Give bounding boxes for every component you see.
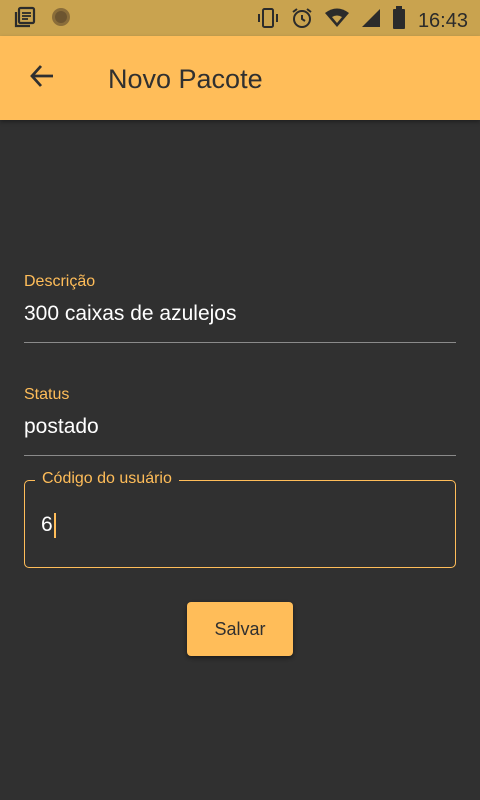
back-button[interactable] — [22, 58, 62, 98]
descricao-field[interactable]: Descrição 300 caixas de azulejos — [24, 272, 456, 344]
codigo-usuario-label: Código do usuário — [35, 469, 179, 489]
status-bar: 16:43 — [0, 0, 480, 36]
descricao-label: Descrição — [24, 273, 96, 290]
battery-icon — [392, 6, 406, 35]
notes-icon — [14, 6, 36, 33]
status-underline — [24, 455, 456, 456]
codigo-usuario-input[interactable]: 6 — [41, 511, 56, 539]
codigo-usuario-value: 6 — [41, 513, 53, 536]
status-value: postado — [24, 415, 99, 438]
app-bar: Novo Pacote — [0, 36, 480, 120]
signal-icon — [360, 7, 382, 34]
wifi-icon — [324, 7, 350, 34]
arrow-back-icon — [28, 62, 56, 95]
status-label: Status — [24, 386, 70, 403]
page-title: Novo Pacote — [108, 64, 263, 94]
text-cursor — [53, 512, 56, 538]
codigo-usuario-field[interactable]: Código do usuário 6 — [24, 469, 456, 568]
descricao-underline — [24, 342, 456, 343]
app-circle-icon — [50, 6, 72, 33]
vibrate-icon — [256, 6, 280, 35]
status-time: 16:43 — [417, 9, 468, 32]
status-field[interactable]: Status postado — [24, 385, 456, 457]
descricao-value: 300 caixas de azulejos — [24, 302, 237, 325]
alarm-icon — [290, 6, 314, 35]
save-button[interactable]: Salvar — [187, 602, 293, 656]
